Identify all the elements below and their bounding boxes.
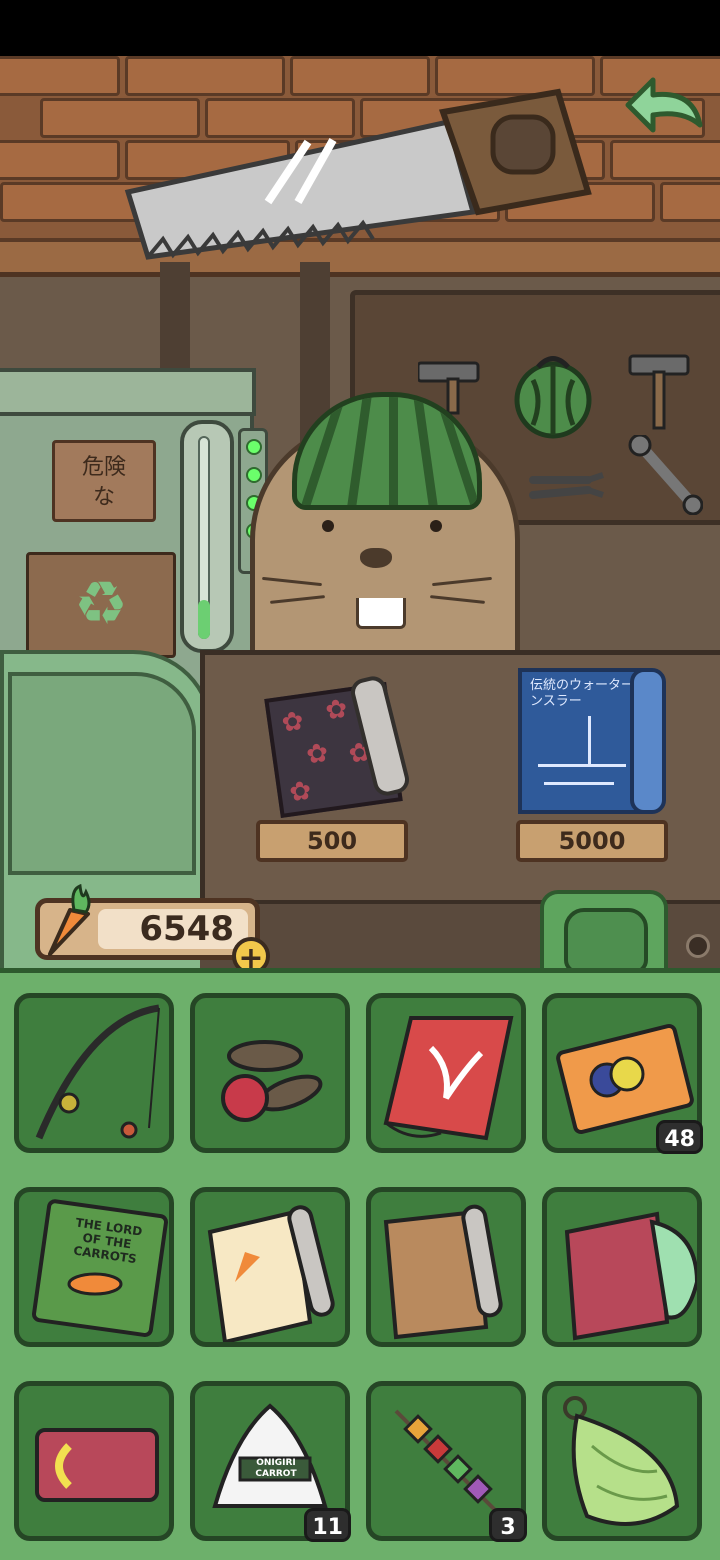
inventory-panel: 48 THE LORD OF THE CARROTS ONIGIRI CARRO…: [0, 968, 720, 1560]
inventory-slot-ticket[interactable]: 48: [542, 993, 703, 1154]
inventory-slot-skewer[interactable]: 3: [366, 1381, 527, 1542]
inventory-slot-brown-paper[interactable]: [366, 1187, 526, 1347]
beaver-eye: [322, 520, 334, 532]
red-paper-icon: [564, 1211, 697, 1341]
recycle-icon: ♻: [26, 552, 176, 658]
inventory-slot-bundle[interactable]: [542, 1381, 702, 1541]
wrench-icon: [628, 435, 703, 515]
carrot-paper-icon: [207, 1205, 335, 1342]
back-arrow-icon[interactable]: [618, 70, 708, 140]
pliers-icon: [529, 472, 604, 499]
kite-icon: [383, 1016, 514, 1141]
blueprint-text: 伝統のウォーターンスラー: [530, 678, 635, 709]
wooden-toys-icon: [221, 1040, 323, 1122]
gauge-fill: [198, 600, 210, 639]
inventory-slot-onigiri[interactable]: ONIGIRI CARROT 11: [190, 1381, 351, 1542]
led-light: [246, 439, 262, 455]
fishing-rod-icon: [35, 1004, 160, 1140]
danger-sign-line2: な: [92, 485, 115, 510]
item-count-badge: 48: [656, 1120, 703, 1154]
danger-sign-line1: 危険: [81, 455, 126, 480]
game-screen: 危険 な ♻ ✿ ✿ ✿ ✿ ✿ 500 伝統のウォーターンスラー 5000 6…: [0, 0, 720, 1560]
carrot-icon: [48, 884, 91, 956]
led-light: [246, 467, 262, 483]
inventory-slot-kite[interactable]: [366, 993, 526, 1153]
door-panel: [8, 672, 196, 875]
item-count-badge: 3: [489, 1508, 527, 1542]
inventory-slot-wooden-toys[interactable]: [190, 993, 350, 1153]
beaver-teeth: [356, 598, 406, 629]
carrot-count: 6548: [98, 909, 248, 949]
backpack-icon: [564, 908, 648, 974]
inventory-slot-red-paper[interactable]: [542, 1187, 702, 1347]
danger-sign: 危険 な: [52, 440, 156, 522]
card-icon: [35, 1428, 159, 1502]
price-tag-blueprint: 5000: [516, 820, 668, 862]
inventory-slot-carrot-paper[interactable]: [190, 1187, 350, 1347]
price-tag-sakura: 500: [256, 820, 408, 862]
watermelon-ball-icon: [514, 356, 592, 439]
inventory-slot-fishing-rod[interactable]: [14, 993, 174, 1153]
inventory-slot-book[interactable]: THE LORD OF THE CARROTS: [14, 1187, 174, 1347]
status-bar: [0, 0, 720, 56]
brown-paper-icon: [383, 1204, 503, 1340]
inventory-slot-card[interactable]: [14, 1381, 174, 1541]
machine-top: [0, 368, 256, 416]
hammer-icon: [628, 354, 690, 430]
book-icon: [31, 1199, 168, 1337]
onigiri-label: ONIGIRI CARROT: [255, 1458, 297, 1479]
blueprint-roll: [630, 668, 666, 814]
beaver-nose: [360, 548, 392, 568]
saw-icon: [124, 88, 592, 260]
backpack-tab[interactable]: [540, 890, 668, 976]
item-count-badge: 11: [304, 1508, 351, 1542]
bundle-icon: [563, 1396, 680, 1526]
progress-gauge: [180, 420, 234, 653]
beaver-eye: [430, 520, 442, 532]
counter-knob: [686, 934, 710, 958]
